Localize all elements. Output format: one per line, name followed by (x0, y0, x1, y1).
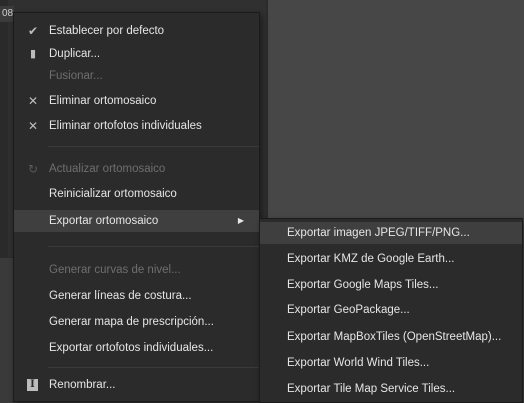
submenu-item-exportar-google-maps-tiles[interactable]: Exportar Google Maps Tiles... (260, 274, 522, 296)
menu-item-generar-curvas-de-nivel[interactable]: Generar curvas de nivel... (14, 259, 259, 281)
submenu-item-label: Exportar Google Maps Tiles... (287, 279, 439, 291)
rename-icon: I (27, 379, 38, 391)
submenu-item-exportar-mapboxtiles[interactable]: Exportar MapBoxTiles (OpenStreetMap)... (260, 326, 522, 348)
menu-item-generar-lineas-de-costura[interactable]: Generar líneas de costura... (14, 285, 259, 307)
menu-item-eliminar-ortofotos-individuales[interactable]: ✕ Eliminar ortofotos individuales (14, 115, 259, 137)
menu-item-duplicar[interactable]: ▮ Duplicar... (14, 43, 259, 65)
refresh-icon: ↻ (27, 162, 39, 176)
menu-item-fusionar[interactable]: Fusionar... (14, 65, 259, 87)
submenu-item-exportar-tile-map-service-tiles[interactable]: Exportar Tile Map Service Tiles... (260, 378, 522, 400)
submenu-item-exportar-imagen[interactable]: Exportar imagen JPEG/TIFF/PNG... (260, 222, 522, 244)
menu-item-label: Actualizar ortomosaico (49, 163, 166, 175)
menu-item-reinicializar-ortomosaico[interactable]: Reinicializar ortomosaico (14, 183, 259, 205)
chevron-right-icon: ▶ (237, 216, 244, 225)
export-submenu: Exportar imagen JPEG/TIFF/PNG... Exporta… (259, 218, 523, 403)
menu-item-label: Eliminar ortofotos individuales (49, 120, 202, 132)
submenu-item-exportar-world-wind-tiles[interactable]: Exportar World Wind Tiles... (260, 352, 522, 374)
close-icon: ✕ (27, 94, 39, 108)
copy-icon: ▮ (29, 48, 37, 60)
close-icon: ✕ (27, 119, 39, 133)
menu-item-actualizar-ortomosaico[interactable]: ↻ Actualizar ortomosaico (14, 158, 259, 180)
menu-item-label: Reinicializar ortomosaico (49, 188, 177, 200)
menu-item-label: Establecer por defecto (49, 25, 165, 37)
submenu-item-label: Exportar MapBoxTiles (OpenStreetMap)... (287, 331, 502, 343)
submenu-item-label: Exportar Tile Map Service Tiles... (287, 383, 456, 395)
menu-item-renombrar[interactable]: I Renombrar... (14, 374, 259, 396)
menu-item-label: Generar mapa de prescripción... (49, 316, 214, 328)
menu-item-label: Generar curvas de nivel... (49, 264, 181, 276)
menu-item-establecer-por-defecto[interactable]: ✔ Establecer por defecto (14, 20, 259, 42)
submenu-item-label: Exportar GeoPackage... (287, 304, 410, 316)
menu-item-label: Fusionar... (49, 70, 103, 82)
menu-item-exportar-ortomosaico[interactable]: Exportar ortomosaico ▶ (14, 210, 259, 232)
check-icon: ✔ (27, 24, 39, 38)
menu-item-exportar-ortofotos-individuales[interactable]: Exportar ortofotos individuales... (14, 337, 259, 359)
menu-separator (48, 146, 259, 147)
submenu-item-exportar-geopackage[interactable]: Exportar GeoPackage... (260, 299, 522, 321)
menu-item-label: Generar líneas de costura... (49, 290, 192, 302)
menu-item-eliminar-ortomosaico[interactable]: ✕ Eliminar ortomosaico (14, 90, 259, 112)
background-tab-label: 08 (0, 6, 14, 22)
submenu-item-exportar-kmz[interactable]: Exportar KMZ de Google Earth... (260, 248, 522, 270)
menu-item-generar-mapa-de-prescripcion[interactable]: Generar mapa de prescripción... (14, 311, 259, 333)
menu-item-label: Duplicar... (49, 48, 101, 60)
submenu-item-label: Exportar imagen JPEG/TIFF/PNG... (287, 227, 470, 239)
menu-item-label: Exportar ortomosaico (49, 215, 159, 227)
menu-separator (48, 367, 259, 368)
menu-item-label: Renombrar... (49, 379, 116, 391)
menu-item-label: Exportar ortofotos individuales... (49, 342, 214, 354)
menu-item-label: Eliminar ortomosaico (49, 95, 157, 107)
context-menu: ✔ Establecer por defecto ▮ Duplicar... F… (13, 12, 260, 402)
submenu-item-label: Exportar KMZ de Google Earth... (287, 253, 455, 265)
menu-separator (48, 246, 259, 247)
submenu-item-label: Exportar World Wind Tiles... (287, 357, 430, 369)
